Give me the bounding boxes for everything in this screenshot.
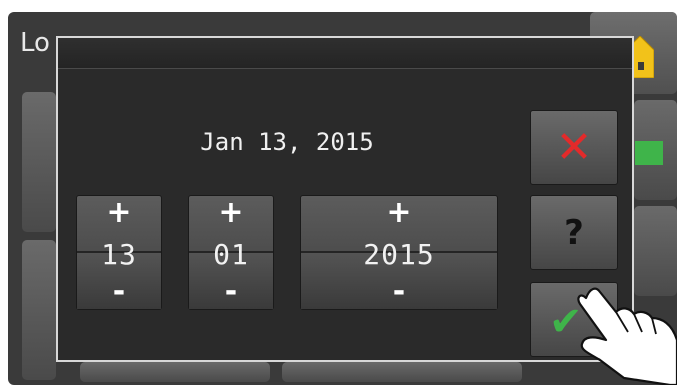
plus-icon: + (218, 195, 244, 230)
dialog-title-bar (58, 38, 632, 69)
background-tile[interactable] (282, 362, 522, 382)
month-spinner: + - 01 (188, 195, 274, 310)
status-led (635, 141, 663, 165)
year-value: 2015 (363, 238, 435, 271)
year-spinner: + - 2015 (300, 195, 498, 310)
day-value: 13 (101, 238, 137, 271)
date-picker-dialog: Jan 13, 2015 + - 13 + - 01 + - 2015 ✕ ? (56, 36, 634, 362)
date-display: Jan 13, 2015 (200, 128, 374, 156)
plus-icon: + (106, 195, 132, 230)
minus-icon: - (392, 274, 406, 309)
cancel-button[interactable]: ✕ (530, 110, 618, 185)
close-icon: ✕ (555, 121, 593, 173)
background-tile[interactable] (22, 92, 56, 232)
minus-icon: - (224, 274, 238, 309)
help-button[interactable]: ? (530, 195, 618, 270)
pointing-hand-icon (577, 287, 677, 385)
plus-icon: + (386, 195, 412, 230)
minus-icon: - (112, 274, 126, 309)
background-title: Lo (20, 28, 50, 58)
day-spinner: + - 13 (76, 195, 162, 310)
background-tile[interactable] (80, 362, 270, 382)
background-tile[interactable] (22, 240, 56, 380)
month-value: 01 (213, 238, 249, 271)
help-label: ? (564, 212, 584, 253)
